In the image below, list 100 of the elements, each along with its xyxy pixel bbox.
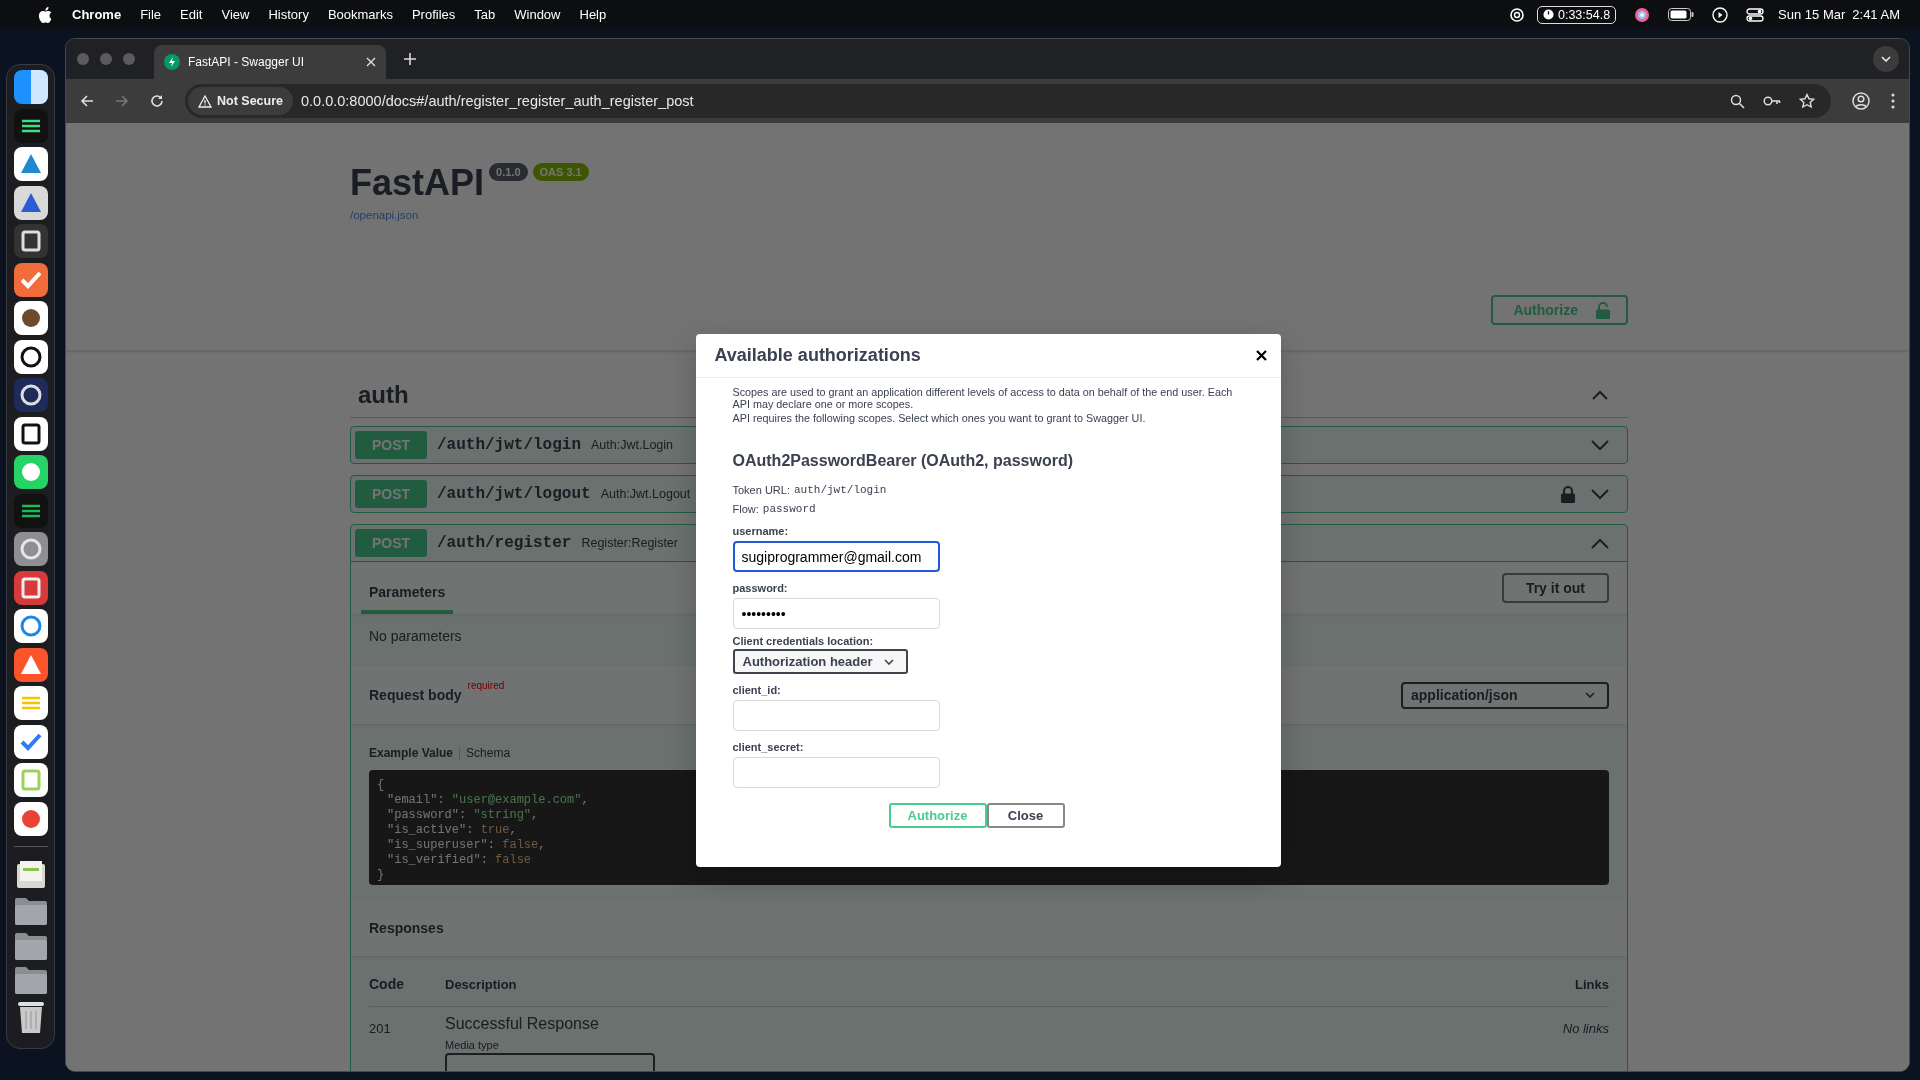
app-icon[interactable]	[13, 416, 48, 451]
app-icon[interactable]	[13, 147, 48, 181]
app-icon[interactable]	[13, 301, 48, 335]
column-header: Code	[369, 976, 405, 992]
menu-item[interactable]: Edit	[180, 7, 203, 22]
chevron-down-icon	[1585, 692, 1595, 698]
menu-item[interactable]: View	[221, 7, 250, 22]
column-header: Links	[1574, 976, 1609, 992]
app-icon[interactable]	[13, 609, 48, 643]
star-icon[interactable]	[1799, 93, 1815, 109]
battery-icon[interactable]	[1668, 8, 1695, 21]
time-text[interactable]: 2:41 AM	[1852, 7, 1900, 22]
app-icon[interactable]	[13, 570, 48, 605]
chevron-icon[interactable]	[1591, 488, 1609, 500]
app-icon[interactable]	[13, 339, 48, 374]
api-title: FastAPI	[350, 161, 485, 205]
chevron-icon[interactable]	[1592, 390, 1608, 400]
app-icon[interactable]	[13, 224, 48, 258]
app-icon[interactable]	[13, 262, 48, 297]
token-url-label: Token URL:	[732, 484, 790, 496]
plus-icon[interactable]	[403, 52, 417, 66]
security-label: Not Secure	[217, 94, 283, 108]
app-icon[interactable]	[13, 647, 48, 682]
app-icon[interactable]	[13, 801, 48, 836]
field-label: username:	[732, 525, 790, 537]
content-type-select[interactable]: application/json	[1401, 681, 1609, 709]
method-badge: POST	[355, 480, 427, 508]
code-line: "is_verified": false	[387, 853, 532, 868]
warning-icon	[198, 94, 212, 108]
swirl-icon[interactable]	[1508, 6, 1525, 23]
chevron-down-icon	[1881, 56, 1891, 62]
folder-icon[interactable]	[13, 965, 48, 995]
parameters-tab[interactable]: Parameters	[361, 568, 454, 614]
folder-icon[interactable]	[13, 896, 48, 926]
code-line: "is_active": true,	[387, 823, 517, 838]
location-select[interactable]: Authorization header	[732, 649, 908, 674]
play-icon[interactable]	[1712, 6, 1729, 23]
scheme-title: OAuth2PasswordBearer (OAuth2, password)	[732, 452, 1074, 470]
app-icon[interactable]	[13, 532, 48, 566]
menu-icon[interactable]	[1891, 93, 1895, 109]
method-badge: POST	[355, 529, 427, 557]
back-icon[interactable]	[80, 94, 94, 108]
magnifier-icon[interactable]	[1730, 93, 1745, 109]
browser-tab[interactable]: FastAPI - Swagger UI	[154, 45, 386, 79]
app-name[interactable]: Chrome	[72, 7, 122, 22]
input-field[interactable]: sugiprogrammer@gmail.com	[732, 541, 940, 572]
input-field[interactable]	[732, 700, 940, 731]
toggle-icon[interactable]	[1746, 7, 1765, 22]
window-control[interactable]	[77, 53, 89, 65]
app-icon[interactable]	[13, 493, 48, 528]
close-icon[interactable]	[1255, 350, 1267, 361]
menu-item[interactable]: Help	[579, 7, 607, 22]
field-label: client_secret:	[732, 741, 805, 753]
app-icon[interactable]	[13, 724, 48, 759]
app-icon[interactable]	[13, 686, 48, 720]
menu-item[interactable]: Window	[514, 7, 561, 22]
required-label: required	[467, 680, 505, 691]
app-icon[interactable]	[13, 108, 48, 143]
address-bar[interactable]: Not Secure 0.0.0.0:8000/docs#/auth/register_register_auth_register_post	[185, 84, 1831, 118]
lock-icon[interactable]	[1561, 485, 1575, 503]
version-badge: OAS 3.1	[532, 163, 589, 181]
forward-icon[interactable]	[115, 94, 129, 108]
menu-item[interactable]: Tab	[474, 7, 496, 22]
app-icon[interactable]	[13, 378, 48, 412]
apple-icon[interactable]	[38, 6, 52, 23]
security-chip[interactable]: Not Secure	[188, 87, 293, 115]
date-text[interactable]: Sun 15 Mar	[1778, 7, 1846, 22]
window-control[interactable]	[100, 53, 112, 65]
window-control[interactable]	[123, 53, 135, 65]
timer-pill[interactable]: 0:33:54.8	[1536, 5, 1617, 24]
try-it-out-button[interactable]: Try it out	[1501, 573, 1609, 603]
lock-icon	[1596, 301, 1610, 319]
tag-heading[interactable]: auth	[358, 381, 409, 409]
timer-text: 0:33:54.8	[1557, 7, 1611, 22]
description-text: Scopes are used to grant an application different levels of access to data on behalf of the end user. Each API may declare one or more scopes.	[732, 386, 1234, 410]
folder-icon[interactable]	[13, 930, 48, 961]
dialog-button[interactable]: Close	[986, 803, 1065, 828]
flow-value: password	[762, 503, 816, 515]
code-line: "is_superuser": false,	[387, 838, 546, 853]
color-wheel-icon[interactable]	[1634, 6, 1651, 23]
profile-icon[interactable]	[1852, 92, 1870, 110]
app-icon[interactable]	[13, 185, 48, 220]
key-icon[interactable]	[1763, 95, 1781, 107]
menu-item[interactable]: Bookmarks	[327, 7, 393, 22]
menu-item[interactable]: History	[268, 7, 309, 22]
menu-item[interactable]: Profiles	[411, 7, 456, 22]
code-line: "email": "user@example.com",	[387, 793, 589, 808]
app-icon[interactable]	[13, 455, 48, 489]
menu-item[interactable]: File	[140, 7, 162, 22]
tab-search-button[interactable]	[1873, 46, 1899, 72]
chevron-icon[interactable]	[1591, 439, 1609, 451]
chevron-icon[interactable]	[1591, 537, 1609, 549]
app-icon[interactable]	[13, 763, 48, 797]
reload-icon[interactable]	[150, 94, 164, 108]
trash-icon[interactable]	[15, 999, 46, 1034]
input-field[interactable]	[732, 757, 940, 788]
column-header: Description	[445, 976, 518, 992]
media-type-label: Media type	[445, 1039, 500, 1051]
input-field[interactable]: •••••••••	[732, 598, 940, 629]
app-icon[interactable]	[13, 70, 48, 104]
